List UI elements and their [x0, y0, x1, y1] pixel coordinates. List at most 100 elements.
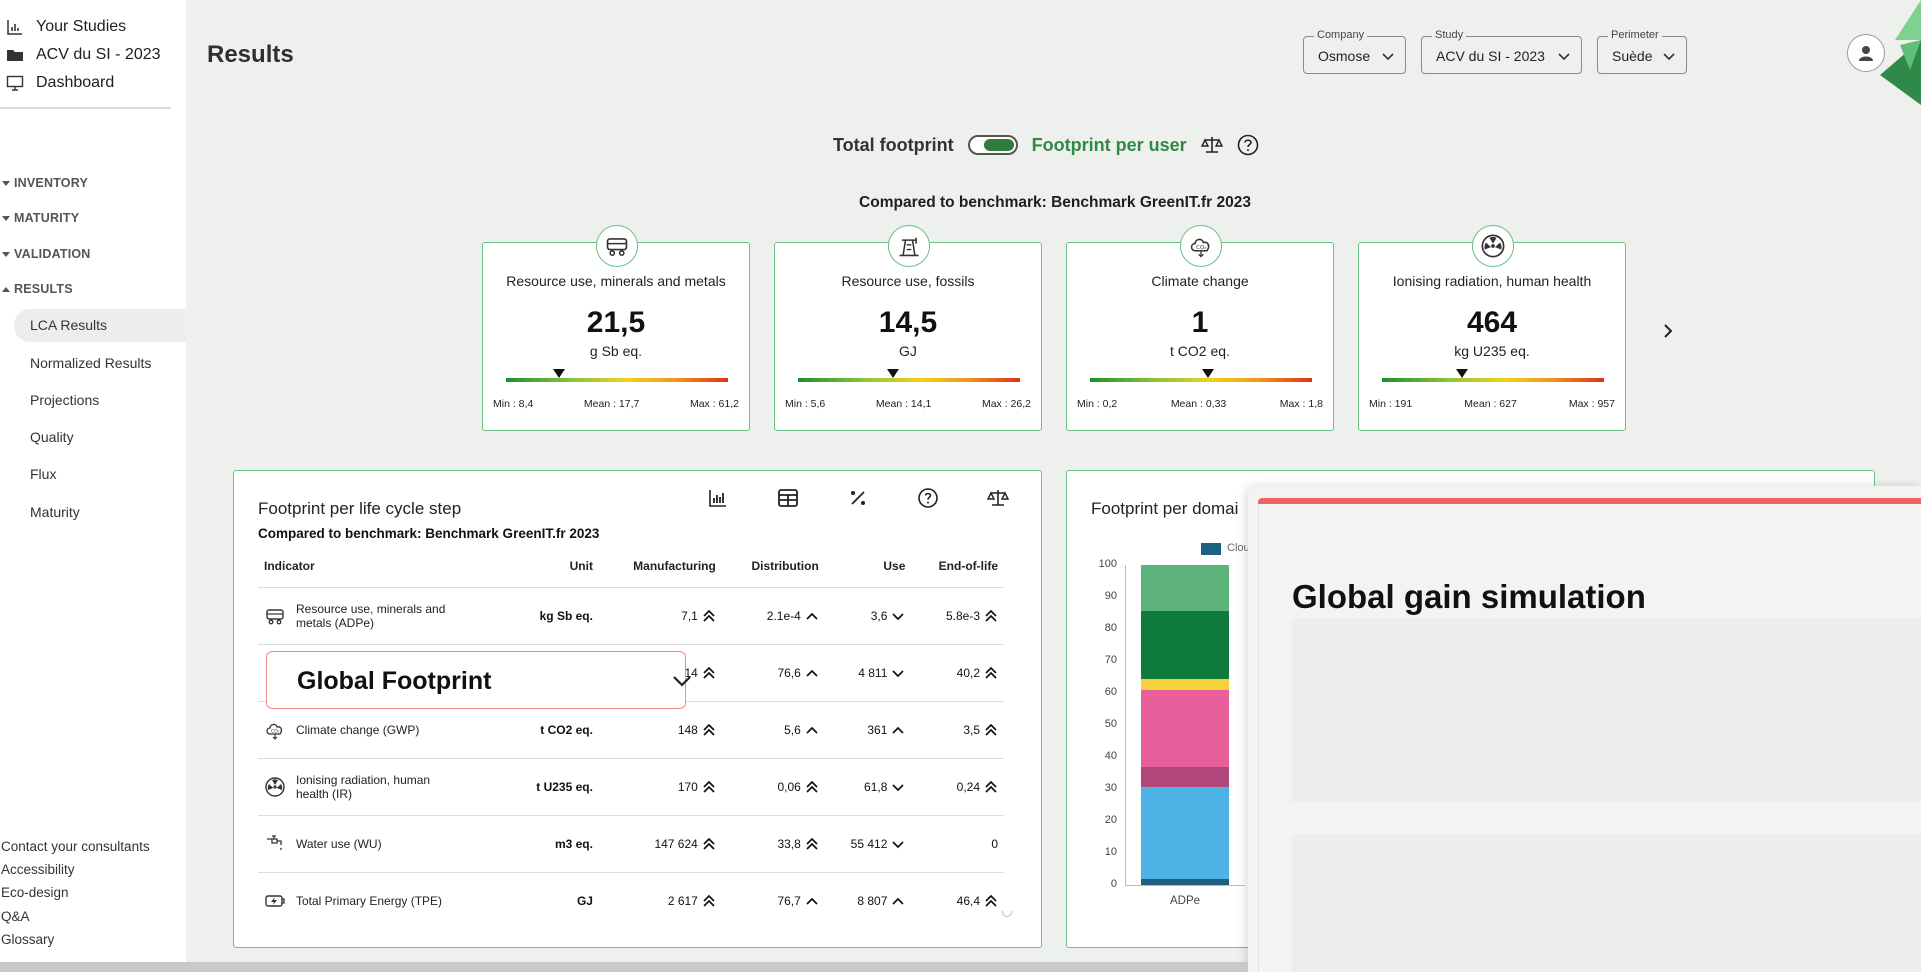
footer-link-eco-design[interactable]: Eco-design: [1, 885, 69, 900]
sidebar-link-label: Your Studies: [36, 18, 127, 35]
sidebar-item-quality[interactable]: Quality: [30, 429, 74, 445]
study-select[interactable]: Study ACV du SI - 2023: [1421, 29, 1582, 74]
section-inventory[interactable]: INVENTORY: [2, 176, 88, 190]
perimeter-select[interactable]: Perimeter Suède: [1597, 29, 1687, 74]
value-cell: 2.1e-4: [721, 587, 825, 645]
table-row[interactable]: Total Primary Energy (TPE) GJ 2 617 76,7 8 8…: [258, 872, 1004, 930]
bar-segment[interactable]: [1141, 766, 1229, 788]
footer-link-glossary[interactable]: Glossary: [1, 932, 54, 947]
sidebar-link-dashboard[interactable]: Dashboard: [6, 74, 114, 92]
y-axis: [1125, 565, 1126, 885]
sidebar-link-study[interactable]: ACV du SI - 2023: [6, 46, 161, 64]
kpi-card[interactable]: Ionising radiation, human health 464 kg U2…: [1358, 225, 1626, 431]
value-cell: 61,8: [824, 758, 912, 816]
kpi-value: 21,5: [586, 306, 646, 339]
bar-segment[interactable]: [1141, 678, 1229, 690]
water-tap-icon: [267, 835, 282, 850]
lifecycle-title: Footprint per life cycle step: [258, 499, 462, 518]
value-cell: 4 811: [824, 644, 912, 702]
horizontal-scrollbar[interactable]: [0, 962, 1248, 972]
double-up-arrow-icon: [806, 781, 818, 793]
section-results[interactable]: RESULTS: [2, 282, 73, 296]
section-validation[interactable]: VALIDATION: [2, 247, 91, 261]
double-up-arrow-icon: [985, 610, 997, 622]
bar-segment[interactable]: [1141, 689, 1229, 767]
sidebar-item-lca-results[interactable]: LCA Results: [30, 317, 107, 333]
table-row[interactable]: Resource use, minerals and metals (ADPe)…: [258, 587, 1004, 645]
kpi-card[interactable]: Resource use, minerals and metals 21,5 g S…: [482, 225, 750, 431]
balance-scale-icon[interactable]: [1200, 134, 1223, 156]
indicator-icon-wrap: [264, 605, 286, 627]
help-circle-icon[interactable]: [917, 487, 939, 509]
kpi-stats: Min : 0,2 Mean : 0,33 Max : 1,8: [1077, 398, 1323, 410]
footer-link-qa[interactable]: Q&A: [1, 909, 30, 924]
global-gain-modal: Global gain simulation: [1248, 486, 1921, 972]
kpi-card[interactable]: Resource use, fossils 14,5 GJ Min : 5,6 Mean…: [774, 225, 1042, 431]
value-cell: 361: [824, 701, 912, 759]
kpi-gradient-bar: [506, 378, 728, 382]
collapse-arrow-icon: [2, 215, 10, 221]
indicator-name: Climate change (GWP): [296, 723, 420, 737]
toggle-label-total[interactable]: Total footprint: [833, 135, 954, 156]
footprint-toggle-switch[interactable]: [967, 135, 1018, 155]
cell-value: 0,24: [956, 780, 980, 794]
table-row[interactable]: CO₂ Climate change (GWP) t CO2 eq. 148 5,6 36…: [258, 701, 1004, 759]
sidebar-item-maturity[interactable]: Maturity: [30, 504, 80, 520]
indicator-icon-wrap: [264, 890, 286, 912]
kpi-card[interactable]: CO₂ Climate change 1 t CO2 eq. Min : 0,2 Mean…: [1066, 225, 1334, 431]
legend-swatch[interactable]: [1201, 543, 1221, 555]
chevron-down-icon: [1558, 53, 1570, 61]
footprint-scope-select[interactable]: Global Footprint: [266, 651, 691, 709]
select-value: Global Footprint: [297, 667, 492, 695]
sidebar-divider: [0, 107, 171, 109]
kpi-stats: Min : 191 Mean : 627 Max : 957: [1369, 398, 1615, 410]
benchmark-caption: Compared to benchmark: Benchmark GreenIT…: [859, 194, 1251, 211]
modal-section: [1292, 834, 1921, 972]
section-maturity[interactable]: MATURITY: [2, 211, 79, 225]
double-up-arrow-icon: [703, 895, 715, 907]
sidebar-item-projections[interactable]: Projections: [30, 392, 99, 408]
kpi-name: Resource use, fossils: [841, 273, 975, 289]
cell-value: 40,2: [956, 666, 980, 680]
toggle-label-per-user[interactable]: Footprint per user: [1032, 135, 1187, 156]
help-circle-icon[interactable]: [1237, 134, 1259, 156]
kpi-max: Max : 1,8: [1279, 398, 1323, 410]
scroll-indicator[interactable]: [1002, 911, 1012, 917]
y-tick-label: 40: [1104, 750, 1117, 762]
double-up-arrow-icon: [703, 838, 715, 850]
up-arrow-icon: [806, 612, 818, 620]
footer-link-contact[interactable]: Contact your consultants: [1, 839, 150, 854]
bar-chart-icon[interactable]: [707, 487, 729, 509]
table-icon[interactable]: [777, 487, 799, 509]
co2-cloud-icon: CO₂: [266, 723, 283, 740]
kpi-mean: Mean : 627: [1464, 398, 1517, 410]
legend-label[interactable]: Clou: [1227, 542, 1250, 554]
sidebar-link-your-studies[interactable]: Your Studies: [6, 18, 126, 36]
table-header-row: Indicator Unit Manufacturing Distributio…: [258, 551, 1004, 588]
down-arrow-icon: [892, 784, 904, 792]
kpi-unit: g Sb eq.: [589, 343, 643, 359]
percent-icon[interactable]: [847, 487, 869, 509]
bar-segment[interactable]: [1141, 878, 1229, 885]
table-row[interactable]: Water use (WU) m3 eq. 147 624 33,8 55 412 0: [258, 815, 1004, 873]
kpi-icon-badge: CO₂: [1180, 225, 1222, 267]
indicator-cell: Water use (WU): [258, 815, 510, 873]
kpi-marker: [887, 369, 900, 378]
footer-link-accessibility[interactable]: Accessibility: [1, 862, 75, 877]
cell-value: 61,8: [864, 780, 888, 794]
sidebar-item-normalized-results[interactable]: Normalized Results: [30, 355, 151, 371]
bar-segment[interactable]: [1141, 611, 1229, 679]
chevron-down-icon: [673, 676, 691, 687]
down-arrow-icon: [892, 841, 904, 849]
balance-scale-icon[interactable]: [987, 487, 1009, 509]
sidebar-item-flux[interactable]: Flux: [30, 466, 56, 482]
table-row[interactable]: Ionising radiation, human health (IR) t U…: [258, 758, 1004, 816]
bar-segment[interactable]: [1141, 565, 1229, 612]
lifecycle-panel: Footprint per life cycle step Compared t…: [233, 470, 1042, 948]
company-select[interactable]: Company Osmose: [1303, 29, 1406, 74]
cell-value: 3,5: [963, 723, 980, 737]
chevron-right-icon[interactable]: [1659, 322, 1677, 340]
y-tick-label: 80: [1104, 622, 1117, 634]
double-up-arrow-icon: [703, 610, 715, 622]
bar-segment[interactable]: [1141, 787, 1229, 879]
